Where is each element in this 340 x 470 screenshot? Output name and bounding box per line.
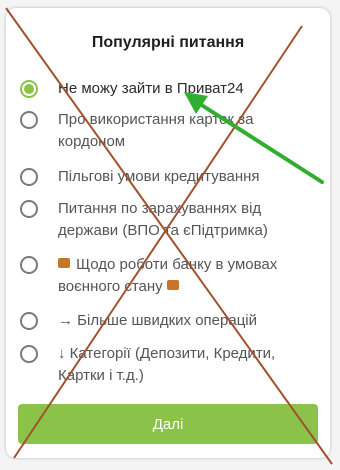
faq-option-credit-terms[interactable]: Пільгові умови кредитування [18, 166, 318, 188]
option-label: ↓ Категорії (Депозити, Кредити, Картки і… [58, 345, 276, 384]
radio-unchecked-icon[interactable] [20, 168, 38, 186]
radio-unchecked-icon[interactable] [20, 111, 38, 129]
option-label: Питання по зарахуваннях від держави (ВПО… [58, 200, 268, 239]
faq-option-categories[interactable]: ↓ Категорії (Депозити, Кредити, Картки і… [18, 343, 318, 387]
radio-dot [24, 84, 34, 94]
option-label: Не можу зайти в Приват24 [58, 80, 244, 97]
next-button[interactable]: Далі [18, 404, 318, 444]
faq-option-more-operations[interactable]: → Більше швидких операцій [18, 310, 318, 332]
emoji-icon [166, 280, 179, 291]
option-label: → Більше швидких операцій [58, 312, 257, 329]
radio-unchecked-icon[interactable] [20, 256, 38, 274]
faq-option-martial-law[interactable]: Щодо роботи банку в умовах воєнного стан… [18, 254, 318, 298]
radio-unchecked-icon[interactable] [20, 200, 38, 218]
faq-option-privat24[interactable]: Не можу зайти в Приват24 [18, 78, 318, 100]
radio-unchecked-icon[interactable] [20, 345, 38, 363]
faq-option-cards-abroad[interactable]: Про використання карток за кордоном [18, 109, 318, 153]
emoji-icon [58, 258, 70, 269]
faq-option-state-payments[interactable]: Питання по зарахуваннях від держави (ВПО… [18, 198, 318, 242]
radio-checked-icon[interactable] [20, 80, 38, 98]
faq-dialog: Популярні питання Не можу зайти в Приват… [6, 8, 330, 458]
radio-unchecked-icon[interactable] [20, 312, 38, 330]
option-label: Про використання карток за кордоном [58, 111, 254, 150]
option-label: Щодо роботи банку в умовах воєнного стан… [58, 254, 308, 298]
dialog-title: Популярні питання [91, 34, 245, 51]
option-label: Пільгові умови кредитування [58, 168, 260, 185]
screen: Популярні питання Не можу зайти в Приват… [0, 0, 340, 470]
